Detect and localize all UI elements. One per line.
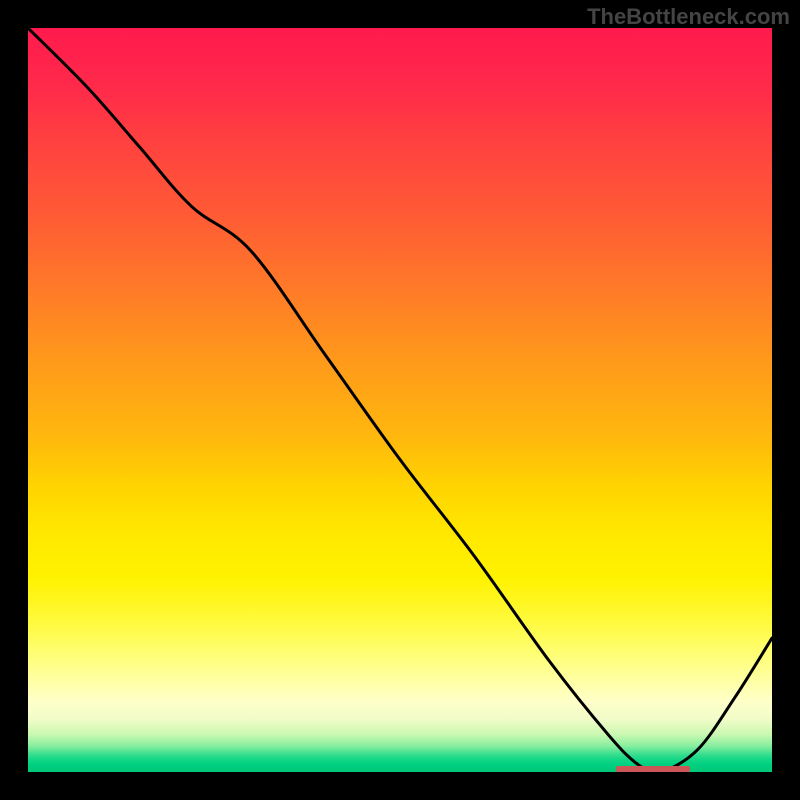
watermark-text: TheBottleneck.com	[587, 4, 790, 30]
line-curve	[28, 28, 772, 772]
plot-area	[28, 28, 772, 772]
chart-container: TheBottleneck.com	[0, 0, 800, 800]
optimal-range-marker	[616, 766, 690, 772]
